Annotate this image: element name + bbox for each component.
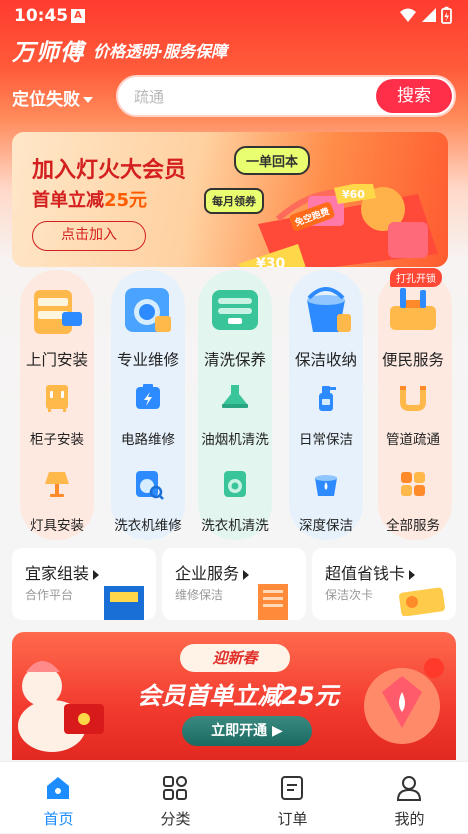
notification-icon: A — [71, 9, 85, 23]
card-title-text: 宜家组装 — [25, 564, 90, 583]
coupon-60-text: ¥60 — [342, 188, 365, 201]
shopping-basket-icon: ¥30 ¥60 — [238, 184, 438, 267]
play-icon: ▶ — [272, 723, 283, 739]
card-ikea[interactable]: 宜家组装 合作平台 — [12, 548, 156, 620]
battery-bolt-icon — [136, 384, 160, 409]
lucky-horse-icon — [18, 661, 104, 752]
chevron-down-icon — [83, 97, 93, 103]
status-time: 10:45 — [14, 6, 69, 26]
brand-header: 万师傅 价格透明·服务保障 — [12, 33, 227, 67]
service-label: 洗衣机清洗 — [201, 518, 269, 534]
order-icon — [281, 776, 303, 800]
card-savings[interactable]: 超值省钱卡 保洁次卡 — [312, 548, 456, 620]
service-label: 管道疏通 — [386, 432, 440, 448]
promo-title: 会员首单立减25元 — [137, 682, 339, 710]
category-icon — [163, 776, 187, 800]
range-hood-icon — [222, 385, 248, 408]
washing-machine-repair-icon — [125, 288, 171, 332]
tag-one-order: 一单回本 — [234, 146, 311, 175]
signal-icon — [422, 8, 436, 22]
cleaning-appliance-icon — [212, 290, 258, 330]
bottom-tab-bar: 首页 分类 订单 我的 — [0, 761, 468, 833]
chevron-right-icon — [243, 569, 250, 580]
coupon-30-text: ¥30 — [256, 256, 285, 267]
service-label: 全部服务 — [386, 518, 440, 534]
card-subtitle: 维修保洁 — [175, 588, 224, 602]
card-title: 超值省钱卡 — [325, 560, 416, 584]
banner-title: 加入灯火大会员 — [32, 158, 187, 183]
card-title-text: 超值省钱卡 — [325, 564, 406, 583]
tab-label: 分类 — [160, 810, 191, 828]
service-label: 柜子安装 — [30, 432, 84, 448]
wifi-icon — [400, 8, 416, 22]
battery-icon — [441, 6, 452, 24]
profile-icon — [396, 776, 422, 801]
service-label: 灯具安装 — [30, 518, 84, 534]
card-enterprise[interactable]: 企业服务 维修保洁 — [162, 548, 306, 620]
service-label: 上门安装 — [25, 351, 88, 369]
search-button[interactable]: 搜索 — [376, 79, 452, 113]
card-subtitle: 合作平台 — [25, 588, 74, 602]
chevron-right-icon — [409, 569, 416, 580]
service-label: 洗衣机维修 — [114, 518, 182, 534]
service-label: 日常保洁 — [299, 432, 353, 448]
store-building-icon — [104, 586, 144, 620]
office-building-icon — [258, 584, 288, 620]
voucher-card-icon — [399, 587, 445, 616]
banner-subtitle: 首单立减25元 — [32, 186, 147, 212]
open-button-label: 立即开通 — [211, 723, 268, 739]
cabinet-icon — [46, 385, 68, 412]
service-label: 深度保洁 — [299, 518, 353, 534]
location-selector[interactable]: 定位失败 — [12, 85, 93, 110]
grid-four-icon — [401, 472, 425, 496]
card-title: 企业服务 — [175, 560, 250, 584]
bucket-drop-icon — [315, 475, 337, 496]
tab-label: 首页 — [43, 810, 74, 828]
app-logo: 万师傅 — [12, 40, 84, 66]
gift-gem-icon — [364, 658, 444, 744]
promo-banner[interactable]: 迎新春 会员首单立减25元 立即开通 ▶ — [12, 632, 456, 760]
tab-label: 我的 — [394, 810, 425, 828]
hot-badge: 打孔开锁 — [390, 268, 442, 287]
service-label: 清洗保养 — [203, 351, 266, 369]
tag-monthly-coupon: 每月领券 — [204, 188, 264, 214]
toolbox-icon — [390, 288, 436, 330]
tab-profile[interactable]: 我的 — [351, 762, 468, 834]
search-input[interactable] — [134, 85, 364, 109]
tab-home[interactable]: 首页 — [0, 762, 117, 834]
chevron-right-icon — [93, 569, 100, 580]
card-title: 宜家组装 — [25, 560, 100, 584]
open-membership-button[interactable]: 立即开通 ▶ — [182, 716, 312, 746]
home-icon — [47, 777, 69, 799]
location-label: 定位失败 — [12, 90, 80, 110]
lamp-icon — [45, 472, 69, 497]
service-label: 电路维修 — [121, 432, 175, 448]
service-label: 保洁收纳 — [294, 351, 357, 369]
banner-subtitle-amount: 25元 — [104, 190, 148, 211]
drawer-cabinet-icon — [34, 290, 82, 334]
status-bar: 10:45 A — [0, 0, 468, 32]
service-label: 油烟机清洗 — [201, 432, 269, 448]
search-bar: 搜索 — [116, 75, 456, 117]
service-label: 专业维修 — [116, 351, 179, 369]
tab-category[interactable]: 分类 — [117, 762, 234, 834]
feature-cards: 宜家组装 合作平台 企业服务 维修保洁 超值省钱卡 保洁次卡 — [12, 548, 456, 620]
service-label: 便民服务 — [381, 351, 444, 369]
status-icons — [398, 6, 458, 30]
pipe-icon — [400, 386, 426, 411]
washer-search-icon — [136, 471, 164, 500]
spray-bottle-icon — [319, 386, 336, 411]
card-title-text: 企业服务 — [175, 564, 240, 583]
card-subtitle: 保洁次卡 — [325, 588, 374, 602]
join-button[interactable]: 点击加入 — [32, 221, 146, 251]
app-slogan: 价格透明·服务保障 — [93, 42, 228, 61]
tab-orders[interactable]: 订单 — [234, 762, 351, 834]
promo-pill: 迎新春 — [180, 644, 290, 672]
washer-icon — [224, 471, 246, 497]
banner-subtitle-prefix: 首单立减 — [32, 190, 104, 211]
tab-label: 订单 — [277, 810, 308, 828]
bucket-icon — [307, 287, 351, 332]
membership-banner[interactable]: 加入灯火大会员 首单立减25元 点击加入 ¥30 ¥60 一单回本 每月领券 免… — [12, 132, 448, 267]
